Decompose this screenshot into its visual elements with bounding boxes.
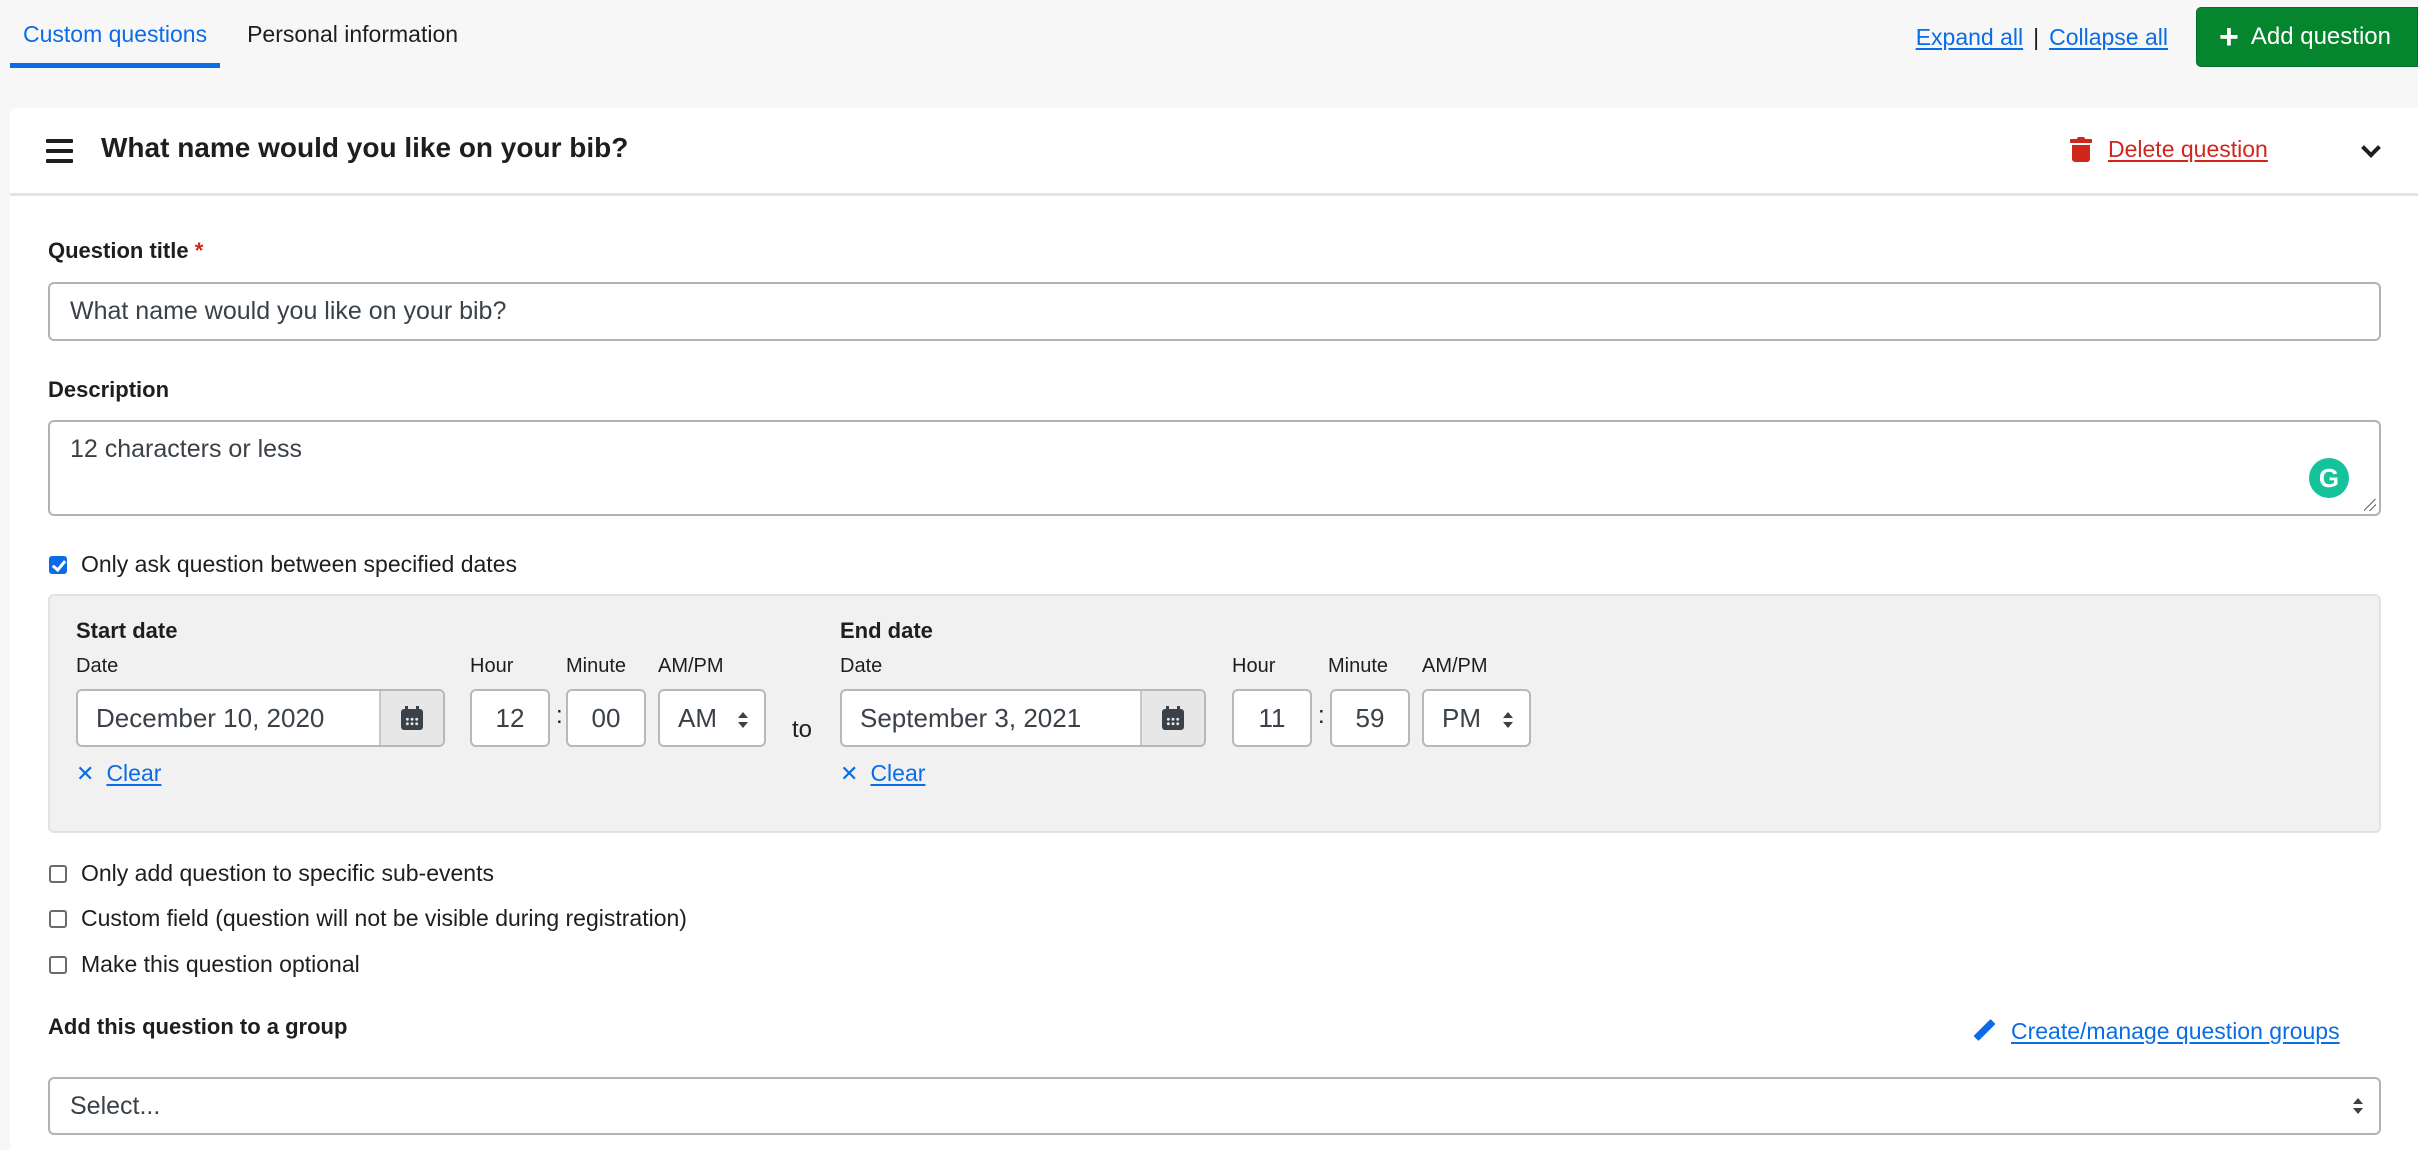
optional-label: Make this question optional [81, 951, 360, 977]
add-question-button[interactable]: + Add question [2196, 7, 2418, 67]
hamburger-icon[interactable] [46, 139, 73, 163]
close-icon: ✕ [840, 760, 859, 786]
start-ampm-label: AM/PM [658, 655, 724, 677]
end-time-colon: : [1318, 702, 1325, 729]
option-optional[interactable]: Make this question optional [49, 951, 360, 978]
question-title-label-text: Question title [48, 238, 189, 263]
manage-groups[interactable]: Create/manage question groups [1972, 1018, 2340, 1045]
date-restriction-option[interactable]: Only ask question between specified date… [49, 551, 517, 578]
question-title-label: Question title * [48, 238, 203, 264]
close-icon: ✕ [76, 760, 95, 786]
description-value: 12 characters or less [70, 435, 303, 463]
top-actions: Expand all | Collapse all + Add question [1916, 7, 2418, 67]
calendar-icon [1162, 706, 1184, 730]
end-date-calendar-button[interactable] [1140, 691, 1204, 745]
description-textarea[interactable]: 12 characters or less G [48, 420, 2381, 516]
option-sub-events[interactable]: Only add question to specific sub-events [49, 860, 494, 887]
end-date-label: Date [840, 655, 883, 677]
end-date-value: September 3, 2021 [860, 702, 1082, 733]
question-card: What name would you like on your bib? De… [10, 108, 2418, 1150]
start-date-calendar-button[interactable] [379, 691, 443, 745]
tab-personal-information[interactable]: Personal information [234, 0, 471, 69]
end-ampm-select[interactable]: PM [1422, 689, 1531, 747]
delete-question-link[interactable]: Delete question [2108, 136, 2268, 163]
start-ampm-select[interactable]: AM [658, 689, 766, 747]
end-ampm-value: PM [1442, 702, 1481, 733]
custom-field-label: Custom field (question will not be visib… [81, 905, 687, 931]
separator: | [2033, 23, 2040, 50]
custom-field-checkbox[interactable] [49, 909, 67, 928]
end-date-heading: End date [840, 618, 933, 643]
plus-icon: + [2219, 18, 2239, 56]
tab-custom-questions[interactable]: Custom questions [10, 0, 221, 69]
start-clear-link[interactable]: Clear [106, 760, 161, 787]
manage-groups-link[interactable]: Create/manage question groups [2011, 1018, 2340, 1045]
required-marker: * [194, 238, 204, 263]
trash-icon [2070, 136, 2092, 163]
start-hour-label: Hour [470, 655, 514, 677]
start-date-heading: Start date [76, 618, 178, 643]
group-select-value: Select... [70, 1091, 161, 1120]
start-hour-input[interactable]: 12 [470, 689, 550, 747]
question-title-input[interactable]: What name would you like on your bib? [48, 282, 2381, 341]
end-clear-link[interactable]: Clear [870, 760, 925, 787]
end-hour-label: Hour [1232, 655, 1276, 677]
group-select[interactable]: Select... [48, 1077, 2381, 1135]
end-minute-input[interactable]: 59 [1330, 689, 1410, 747]
collapse-all-link[interactable]: Collapse all [2049, 24, 2168, 51]
start-clear[interactable]: ✕ Clear [76, 760, 161, 787]
select-arrows-icon [738, 712, 748, 728]
end-clear[interactable]: ✕ Clear [840, 760, 925, 787]
pencil-icon [1972, 1020, 1996, 1044]
group-label: Add this question to a group [48, 1014, 348, 1039]
option-custom-field[interactable]: Custom field (question will not be visib… [49, 905, 687, 932]
resize-handle[interactable] [2364, 499, 2376, 511]
end-minute-label: Minute [1328, 655, 1389, 677]
end-ampm-label: AM/PM [1422, 655, 1488, 677]
start-ampm-value: AM [678, 702, 717, 733]
select-arrows-icon [1503, 712, 1513, 728]
question-header-title: What name would you like on your bib? [101, 132, 629, 163]
start-minute-input[interactable]: 00 [566, 689, 646, 747]
date-restriction-checkbox[interactable] [49, 555, 67, 574]
sub-events-checkbox[interactable] [49, 864, 67, 883]
description-label: Description [48, 377, 170, 402]
date-restriction-label: Only ask question between specified date… [81, 551, 517, 577]
expand-all-link[interactable]: Expand all [1916, 24, 2023, 51]
start-date-input[interactable]: December 10, 2020 [76, 689, 445, 747]
start-date-label: Date [76, 655, 119, 677]
delete-question[interactable]: Delete question [2070, 136, 2268, 163]
to-label: to [792, 716, 813, 743]
date-range-panel: Start date Date December 10, 2020 Hour 1… [48, 594, 2381, 833]
question-card-header[interactable]: What name would you like on your bib? De… [10, 108, 2418, 196]
end-date-input[interactable]: September 3, 2021 [840, 689, 1206, 747]
chevron-down-icon[interactable] [2361, 138, 2381, 158]
grammarly-icon[interactable]: G [2309, 458, 2349, 498]
start-time-colon: : [556, 702, 563, 729]
calendar-icon [401, 706, 423, 730]
tab-bar: Custom questions Personal information [10, 0, 471, 69]
start-minute-label: Minute [566, 655, 627, 677]
add-question-label: Add question [2250, 23, 2391, 50]
sub-events-label: Only add question to specific sub-events [81, 860, 494, 886]
end-hour-input[interactable]: 11 [1232, 689, 1312, 747]
start-date-value: December 10, 2020 [96, 702, 325, 733]
optional-checkbox[interactable] [49, 955, 67, 974]
select-arrows-icon [2353, 1098, 2363, 1114]
